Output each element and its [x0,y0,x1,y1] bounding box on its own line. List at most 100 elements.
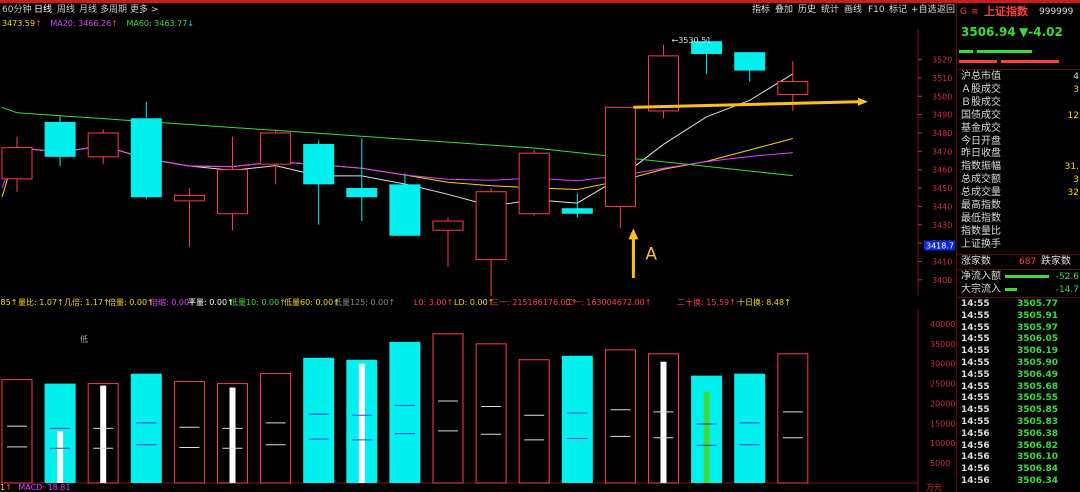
volume-stat: 量比: 1.07↑ [18,298,64,307]
price-tick-label: 3480 [932,129,952,138]
index-header: G ≡ 上证指数 999999 [957,3,1080,21]
up-arrow-icon: ↑ [35,19,42,28]
tick-time: 14:55 [961,369,990,380]
tab-daily[interactable]: 日线 [34,3,52,18]
red-bar [1001,60,1059,63]
tick-price: 3505.55 [1017,393,1058,404]
candle-body-down [303,143,335,185]
tab-weekly[interactable]: 周线 [57,3,75,18]
tab-more[interactable]: 更多 > [130,3,158,18]
volume-chart[interactable]: 5000 10000 15000 20000 25000 30000 35000 40000 万… [0,310,955,492]
index-info-panel: G ≡ 上证指数 999999 3506.94 ▼-4.02 沪总市值 4 Ａ股成交… [956,3,1080,492]
tick-time: 14:56 [961,476,990,486]
price-tick-label: 3520 [932,56,952,65]
volume-stat: 二十换: 15.59↑ [677,298,736,307]
tick-time: 14:56 [961,428,990,439]
tab-multi-period[interactable]: 多周期 [100,3,127,18]
info-label: 最低指数 [961,212,1001,224]
volume-bar-down [389,341,421,483]
add-watchlist-button[interactable]: +自选 [911,4,937,17]
divider [957,269,1080,270]
overlay-button[interactable]: 叠加 [775,4,793,17]
volume-stat: L0: 3.00↑ [414,298,454,307]
draw-line-button[interactable]: 画线 [844,4,862,17]
volume-tick-label: 5000 [930,459,950,468]
info-label: 基金成交 [961,122,1001,134]
back-button[interactable]: 返回 [937,4,955,17]
price-tick-label: 3410 [932,257,952,266]
decliners-label: 跌家数 [1041,256,1071,267]
vertical-arrow-head [628,228,639,240]
volume-stat: 几倍: 1.17↑ [64,298,110,307]
net-inflow-bar [1005,275,1049,278]
price-tick-label: 3490 [932,111,952,120]
candle-body-down [130,118,162,198]
f10-button[interactable]: F10 [868,4,885,17]
advancers-label: 涨家数 [961,256,991,267]
info-label: 最高指数 [961,200,1001,211]
volume-stat: 低量60: 0.00↑ [284,298,340,307]
price-tick-label: 3460 [932,166,952,175]
tab-monthly[interactable]: 月线 [79,3,97,18]
horizontal-arrow-head [858,97,868,106]
volume-bar-up [604,349,636,484]
candle-body-up [87,132,119,158]
tick-time: 14:55 [961,334,990,345]
index-price: 3506.94 [961,25,1016,39]
net-inflow-label: 净流入额 [961,271,1001,282]
mark-button[interactable]: 标记 [889,4,907,17]
tab-60min[interactable]: 60分钟 [2,3,31,18]
candle-body-down [561,208,593,214]
divider [957,297,1080,298]
tick-time: 14:55 [961,358,990,368]
info-label: Ａ股成交 [961,83,1001,95]
volume-bar-up [518,359,550,484]
price-tick-label: 3400 [932,276,952,285]
volume-stat: LD: 0.00↑ [454,298,495,307]
info-label: 沪总市值 [961,71,1001,82]
indicator-button[interactable]: 指标 [752,4,770,17]
high-annotation: ←3530.51 [672,36,712,45]
volume-bar-down [734,373,766,483]
g-icon[interactable]: G [960,3,967,21]
index-code: 999999 [1039,7,1074,17]
candle-body-up [260,132,292,165]
menu-icon[interactable]: ≡ [971,3,979,21]
ma20-value: MA20: 3466.26 [50,19,112,28]
tick-price: 3505.77 [1017,299,1058,309]
candle-body-down [44,121,76,157]
history-button[interactable]: 历史 [798,4,816,17]
volume-tick-label: 35000 [930,340,955,349]
info-value: 12 [1067,110,1079,121]
tick-price: 3506.10 [1017,452,1058,463]
volume-bar-down [561,355,593,483]
candle-body-up [648,55,679,112]
info-label: Ｂ股成交 [961,96,1001,108]
info-value: 4 [1073,72,1079,82]
tick-price: 3506.82 [1017,440,1058,451]
ma60-value: MA60: 3463.77 [126,19,188,28]
volume-unit-label: 万元 [926,483,942,492]
tick-price: 3506.34 [1017,476,1058,486]
volume-inner-bar [100,385,107,483]
volume-bar-down [130,373,162,483]
statistics-button[interactable]: 统计 [821,4,839,17]
volume-tick-label: 40000 [930,320,955,329]
tick-time: 14:55 [961,322,990,333]
volume-bar-up [432,333,464,484]
candle-body-up [432,220,464,231]
divider [957,254,1080,255]
tick-price: 3505.97 [1017,322,1058,333]
price-tick-label: 3500 [932,92,952,101]
info-label: 总成交量 [961,187,1001,199]
price-chart[interactable]: 3400341034203430344034503460347034803490… [0,29,955,296]
info-value: 32 [1067,188,1079,199]
tick-time: 14:56 [961,464,990,475]
volume-bar-down [303,357,335,483]
volume-bar-up [173,381,205,484]
candle-body-up [173,194,205,202]
index-name: 上证指数 [984,5,1028,18]
down-arrow-icon: ↓ [187,19,195,28]
volume-tick-label: 25000 [930,380,955,389]
macd-legend: 1↑ MACD: 18.81 [0,483,70,492]
